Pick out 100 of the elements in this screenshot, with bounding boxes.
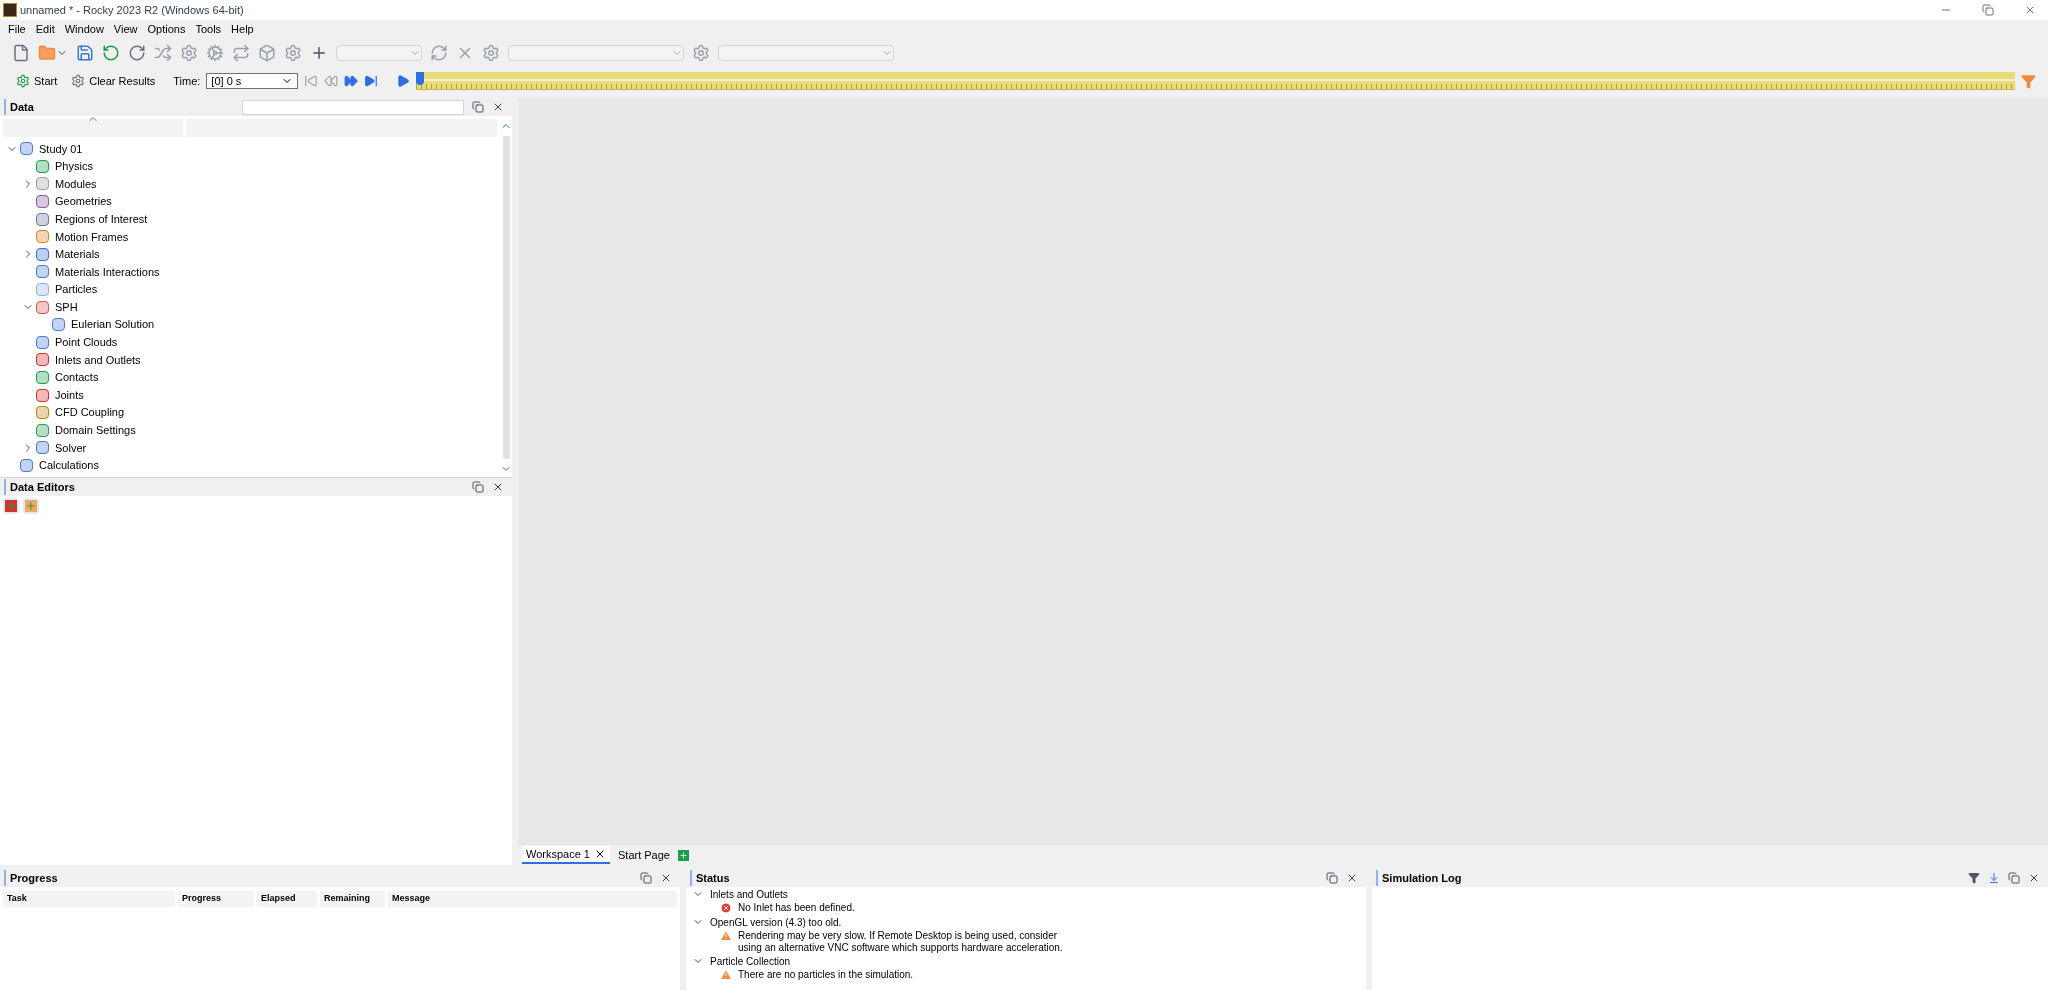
time-dropdown[interactable]: [0] 0 s	[206, 73, 299, 89]
restore-icon[interactable]	[1982, 4, 1994, 16]
rewind-icon[interactable]	[324, 74, 339, 88]
tree-item[interactable]: Eulerian Solution	[71, 316, 155, 333]
float-panel-icon[interactable]	[2008, 872, 2020, 884]
menu-item[interactable]: Options	[147, 20, 186, 38]
add-editor-button[interactable]	[23, 498, 39, 514]
plus-icon	[679, 850, 688, 860]
tree-item[interactable]: Domain Settings	[55, 422, 136, 439]
add-editor-button[interactable]	[3, 498, 19, 514]
float-panel-icon[interactable]	[640, 872, 652, 884]
save-icon[interactable]	[76, 44, 94, 62]
close-icon[interactable]	[492, 481, 504, 493]
column-header[interactable]: Elapsed	[257, 891, 317, 907]
menu-item[interactable]: Tools	[195, 20, 222, 38]
start-button[interactable]: Start	[12, 72, 62, 90]
tree-node-icon	[36, 283, 49, 297]
tree-node-icon	[36, 388, 49, 402]
tree-node-icon	[36, 159, 49, 173]
timeline-thumb[interactable]	[416, 72, 425, 85]
gear-icon	[16, 74, 30, 88]
tree-node-icon	[36, 353, 49, 367]
new-file-icon[interactable]	[12, 44, 30, 62]
tree-item[interactable]: SPH	[55, 298, 78, 316]
close-icon[interactable]	[660, 872, 672, 884]
tree-item[interactable]: Joints	[55, 386, 84, 404]
refresh-icon[interactable]	[430, 44, 448, 62]
menu-item[interactable]: File	[8, 20, 26, 38]
float-panel-icon[interactable]	[1326, 872, 1338, 884]
scroll-to-end-icon[interactable]	[1988, 872, 2000, 884]
column-header[interactable]: Progress	[178, 891, 254, 907]
tree-item[interactable]: Point Clouds	[55, 334, 118, 351]
tree-item[interactable]: Geometries	[55, 193, 112, 210]
tree-item[interactable]: Calculations	[39, 457, 99, 474]
column-header[interactable]: Message	[388, 891, 677, 907]
workspace-tab[interactable]: Workspace 1	[522, 846, 610, 864]
filter-icon[interactable]	[1968, 872, 1980, 884]
settings-icon[interactable]	[482, 44, 500, 62]
redo-icon[interactable]	[128, 44, 146, 62]
settings-icon[interactable]	[692, 44, 710, 62]
play-icon[interactable]	[396, 74, 411, 88]
menu-item[interactable]: Window	[64, 20, 104, 38]
workspace-tab[interactable]: Start Page	[614, 846, 674, 864]
close-tab-icon[interactable]	[594, 848, 606, 860]
tree-node-icon	[36, 406, 49, 420]
status-group[interactable]: Particle Collection	[710, 953, 791, 969]
settings-icon[interactable]	[284, 44, 302, 62]
tree-node-icon	[36, 300, 49, 314]
status-group[interactable]: Inlets and Outlets	[710, 886, 788, 902]
status-message: Rendering may be very slow. If Remote Desktop is being used, consider using an alternative VNC software which supports hardware acceleration.	[738, 929, 1064, 954]
column-header[interactable]: Remaining	[320, 891, 385, 907]
tree-item[interactable]: Physics	[55, 158, 93, 175]
tree-node-icon	[36, 177, 49, 191]
menu-item[interactable]: Help	[231, 20, 254, 38]
close-icon[interactable]	[492, 101, 504, 113]
close-icon[interactable]	[1346, 872, 1358, 884]
undo-icon[interactable]	[102, 44, 120, 62]
first-frame-icon[interactable]	[304, 74, 319, 88]
folder-icon[interactable]	[38, 44, 56, 62]
tree-node-icon	[52, 318, 65, 332]
dropdown-field[interactable]	[508, 45, 684, 61]
menu-item[interactable]: View	[113, 20, 138, 38]
settings-icon[interactable]	[180, 44, 198, 62]
tree-item[interactable]: Materials Interactions	[55, 263, 160, 281]
tree-item[interactable]: Modules	[55, 175, 97, 193]
tree-node-icon	[36, 247, 49, 261]
dropdown-field[interactable]	[718, 45, 894, 61]
tree-node-icon	[20, 459, 33, 472]
tree-item[interactable]: Study 01	[39, 140, 83, 158]
menu-item[interactable]: Edit	[35, 20, 55, 38]
panel-title: Data	[4, 98, 34, 116]
last-frame-icon[interactable]	[364, 74, 379, 88]
timeline-track[interactable]	[416, 72, 2015, 90]
tree-node-icon	[36, 230, 49, 244]
tree-item[interactable]: Particles	[55, 281, 98, 298]
float-panel-icon[interactable]	[472, 481, 484, 493]
fast-forward-icon[interactable]	[344, 74, 359, 88]
tree-item[interactable]: Contacts	[55, 369, 99, 386]
clear-results-button[interactable]: Clear Results	[67, 72, 160, 90]
tree-item[interactable]: Materials	[55, 246, 100, 263]
gear-icon	[71, 74, 86, 88]
tree-item[interactable]: Solver	[55, 439, 87, 457]
float-panel-icon[interactable]	[472, 101, 484, 113]
tree-item[interactable]: Motion Frames	[55, 228, 129, 245]
add-tab-button[interactable]	[678, 849, 689, 861]
tree-item[interactable]: CFD Coupling	[55, 404, 125, 421]
close-icon[interactable]	[2024, 4, 2036, 16]
tree-node-icon	[36, 265, 49, 279]
loop-icon[interactable]	[232, 44, 250, 62]
dropdown-field[interactable]	[336, 45, 422, 61]
close-icon[interactable]	[2028, 872, 2040, 884]
status-group[interactable]: OpenGL version (4.3) too old.	[710, 914, 842, 930]
column-header[interactable]: Task	[3, 891, 175, 907]
status-message: No Inlet has been defined.	[738, 901, 856, 914]
cube-icon[interactable]	[258, 44, 276, 62]
tree-item[interactable]: Inlets and Outlets	[55, 351, 141, 369]
add-icon[interactable]	[310, 44, 328, 62]
search-field[interactable]	[242, 99, 464, 115]
tree-item[interactable]: Regions of Interest	[55, 210, 148, 228]
gear-icon[interactable]	[206, 44, 224, 62]
